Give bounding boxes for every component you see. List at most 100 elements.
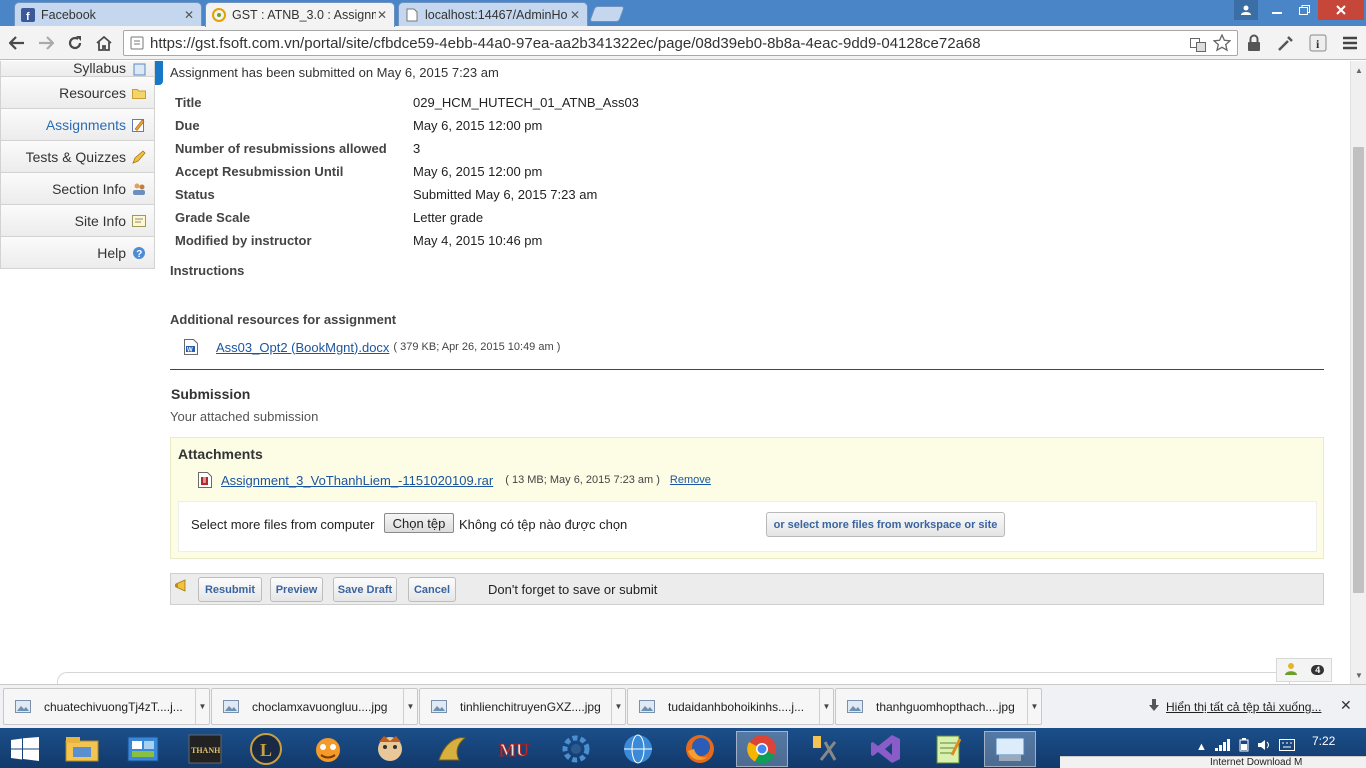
- window-close-icon[interactable]: [1318, 0, 1364, 20]
- game-gear-icon[interactable]: [550, 731, 602, 767]
- address-bar[interactable]: https://gst.fsoft.com.vn/portal/site/cfb…: [123, 30, 1238, 56]
- tool-section-info[interactable]: Section Info: [0, 173, 155, 205]
- visual-studio-icon[interactable]: [860, 731, 912, 767]
- attachment-file-link[interactable]: Assignment_3_VoThanhLiem_-1151020109.rar: [221, 473, 493, 488]
- new-tab-button[interactable]: [589, 6, 625, 22]
- page-info-icon[interactable]: [130, 36, 144, 50]
- download-item[interactable]: chuatechivuongTj4zT....j... ▼: [3, 688, 210, 725]
- globe-app-icon[interactable]: [612, 731, 664, 767]
- download-menu-arrow-icon[interactable]: ▼: [819, 689, 833, 724]
- firefox-icon[interactable]: [674, 731, 726, 767]
- home-icon[interactable]: [93, 32, 115, 54]
- battery-icon[interactable]: [1239, 738, 1249, 755]
- tool-resources[interactable]: Resources: [0, 77, 155, 109]
- game-dragon-icon[interactable]: [426, 731, 478, 767]
- tray-expand-icon[interactable]: ▲: [1196, 741, 1207, 753]
- reload-icon[interactable]: [64, 32, 86, 54]
- download-menu-arrow-icon[interactable]: ▼: [195, 689, 209, 724]
- tool-help[interactable]: Help ?: [0, 237, 155, 269]
- download-item[interactable]: thanhguomhopthach....jpg ▼: [835, 688, 1042, 725]
- menu-icon[interactable]: [1340, 33, 1360, 53]
- file-explorer-icon[interactable]: [56, 731, 108, 767]
- attachments-heading: Attachments: [178, 446, 263, 462]
- select-files-label: Select more files from computer: [191, 517, 375, 532]
- close-tab-icon[interactable]: ✕: [569, 8, 581, 22]
- info-extension-icon[interactable]: i: [1308, 33, 1328, 53]
- tool-assignments[interactable]: Assignments: [0, 109, 155, 141]
- game-launcher-icon[interactable]: THANH: [179, 731, 231, 767]
- tab-gst-assignments[interactable]: GST : ATNB_3.0 : Assignm ✕: [205, 2, 395, 27]
- resource-file-link[interactable]: Ass03_Opt2 (BookMgnt).docx: [216, 340, 389, 355]
- save-draft-button[interactable]: Save Draft: [333, 577, 397, 602]
- select-from-workspace-button[interactable]: or select more files from workspace or s…: [766, 512, 1005, 537]
- game-character-icon[interactable]: [364, 731, 416, 767]
- download-item[interactable]: choclamxavuongluu....jpg ▼: [211, 688, 418, 725]
- extension-lock-icon[interactable]: [1244, 33, 1264, 53]
- league-of-legends-icon[interactable]: L: [240, 731, 292, 767]
- property-value: Letter grade: [413, 210, 484, 225]
- mu-online-icon[interactable]: MU: [488, 731, 540, 767]
- remove-attachment-link[interactable]: Remove: [670, 474, 711, 486]
- chrome-icon[interactable]: [736, 731, 788, 767]
- tool-label: Section Info: [52, 180, 126, 197]
- keyboard-app-icon[interactable]: [984, 731, 1036, 767]
- preview-button[interactable]: Preview: [270, 577, 323, 602]
- download-item[interactable]: tudaidanhbohoikinhs....j... ▼: [627, 688, 834, 725]
- windows-start-icon[interactable]: [10, 736, 40, 762]
- download-manager-popup[interactable]: Internet Download M: [1060, 756, 1366, 768]
- scroll-up-icon[interactable]: ▲: [1355, 66, 1363, 75]
- close-tab-icon[interactable]: ✕: [376, 8, 388, 22]
- download-item[interactable]: tinhlienchitruyenGXZ....jpg ▼: [419, 688, 626, 725]
- show-all-downloads-link[interactable]: Hiển thị tất cả tệp tải xuống...: [1166, 700, 1321, 714]
- tool-label: Syllabus: [73, 61, 126, 76]
- download-menu-arrow-icon[interactable]: ▼: [403, 689, 417, 724]
- tab-facebook[interactable]: f Facebook ✕: [14, 2, 202, 26]
- network-signal-icon[interactable]: [1214, 739, 1231, 754]
- clock-time[interactable]: 7:22: [1312, 734, 1335, 748]
- cancel-button[interactable]: Cancel: [408, 577, 456, 602]
- property-row: Accept Resubmission Until May 6, 2015 12…: [175, 160, 639, 183]
- page-scrollbar[interactable]: ▲ ▼: [1350, 61, 1366, 684]
- download-menu-arrow-icon[interactable]: ▼: [1027, 689, 1041, 724]
- user-profile-icon[interactable]: [1234, 0, 1258, 20]
- show-all-downloads[interactable]: Hiển thị tất cả tệp tải xuống...: [1148, 699, 1321, 715]
- resubmit-button[interactable]: Resubmit: [198, 577, 262, 602]
- translate-icon[interactable]: [1188, 35, 1208, 55]
- url-text: https://gst.fsoft.com.vn/portal/site/cfb…: [150, 34, 981, 52]
- choose-file-button[interactable]: Chọn tệp: [384, 513, 454, 533]
- presence-user-icon: [1284, 662, 1298, 678]
- current-tool-marker: [155, 61, 163, 85]
- close-tab-icon[interactable]: ✕: [183, 8, 195, 22]
- back-icon[interactable]: [6, 32, 28, 54]
- bookmark-star-icon[interactable]: [1212, 33, 1232, 53]
- image-file-icon: [847, 700, 863, 713]
- close-download-shelf-icon[interactable]: ✕: [1340, 697, 1352, 714]
- scroll-down-icon[interactable]: ▼: [1355, 671, 1363, 680]
- download-file-name: choclamxavuongluu....jpg: [252, 699, 388, 714]
- property-label: Status: [175, 187, 215, 202]
- scrollbar-thumb[interactable]: [1353, 147, 1364, 593]
- no-file-chosen-text: Không có tệp nào được chọn: [459, 517, 628, 532]
- property-label: Modified by instructor: [175, 233, 312, 248]
- download-menu-arrow-icon[interactable]: ▼: [611, 689, 625, 724]
- tab-localhost[interactable]: localhost:14467/AdminHo ✕: [398, 2, 588, 26]
- image-file-icon: [223, 700, 239, 713]
- control-panel-icon[interactable]: [117, 731, 169, 767]
- tool-site-info[interactable]: Site Info: [0, 205, 155, 237]
- tools-app-icon[interactable]: [798, 731, 850, 767]
- notepad-plus-plus-icon[interactable]: [922, 731, 974, 767]
- game-monster-icon[interactable]: [302, 731, 354, 767]
- language-icon[interactable]: [1278, 739, 1295, 754]
- maximize-icon[interactable]: [1291, 0, 1317, 20]
- presence-widget[interactable]: 4: [1276, 658, 1332, 682]
- minimize-icon[interactable]: [1264, 0, 1290, 20]
- forward-icon[interactable]: [35, 32, 57, 54]
- syllabus-icon: [132, 62, 146, 76]
- submission-subtitle: Your attached submission: [170, 409, 319, 424]
- eyedropper-icon[interactable]: [1276, 33, 1296, 53]
- tool-syllabus[interactable]: Syllabus: [0, 61, 155, 77]
- tool-tests-quizzes[interactable]: Tests & Quizzes: [0, 141, 155, 173]
- volume-icon[interactable]: [1257, 739, 1271, 754]
- help-icon: ?: [132, 246, 146, 260]
- megaphone-icon: [174, 578, 190, 594]
